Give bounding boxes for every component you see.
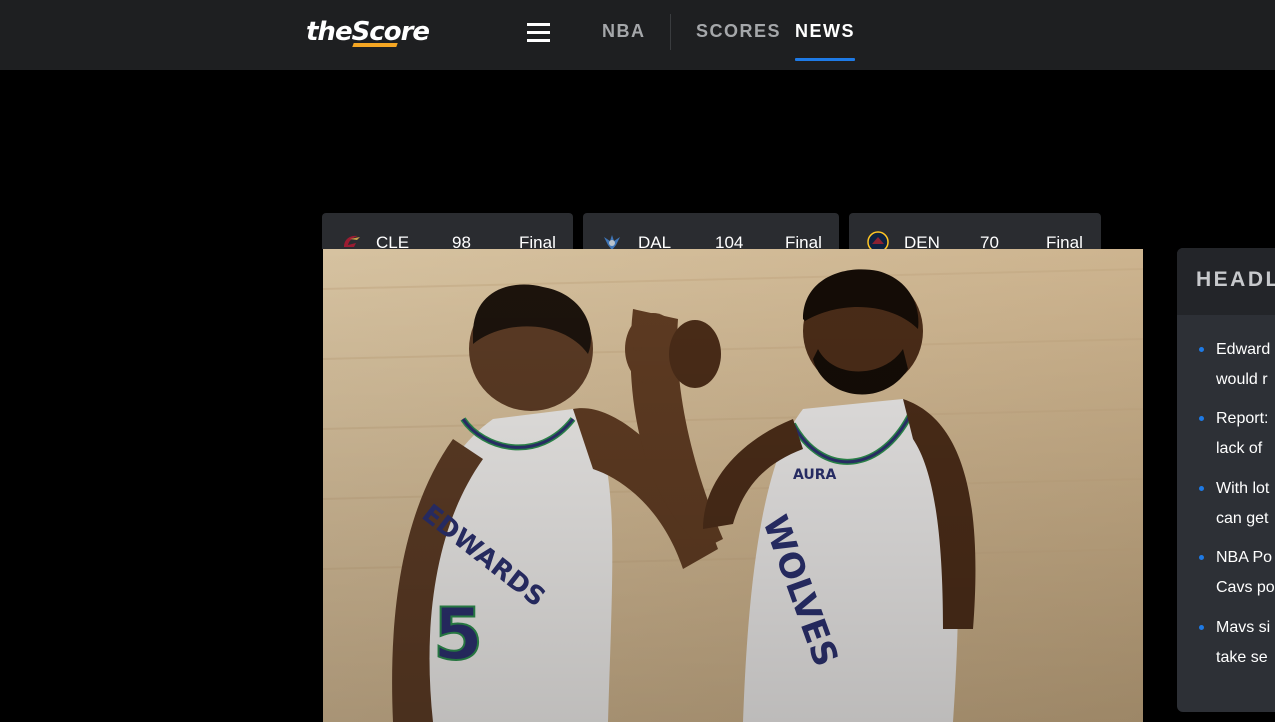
headline-line-1: Mavs si xyxy=(1216,619,1271,636)
headline-line-2: take se xyxy=(1216,649,1268,666)
game-status: Final xyxy=(1046,233,1083,249)
headline-line-1: Report: xyxy=(1216,410,1269,427)
team-score: 98 xyxy=(452,233,471,249)
headline-line-2: Cavs po xyxy=(1216,579,1275,596)
logo-accent-bar xyxy=(352,43,398,47)
team-score: 70 xyxy=(980,233,999,249)
hero-article-image[interactable]: EDWARDS 5 AURA WOLVES xyxy=(323,249,1143,722)
score-card-dal[interactable]: DAL 104 Final xyxy=(583,213,839,249)
team-abbr: CLE xyxy=(376,233,410,249)
headline-line-2: can get xyxy=(1216,510,1269,527)
bullet-icon xyxy=(1199,416,1204,421)
score-card-cle[interactable]: CLE 98 Final xyxy=(322,213,573,249)
team-abbr: DAL xyxy=(638,233,672,249)
score-card-den[interactable]: DEN 70 Final xyxy=(849,213,1101,249)
bullet-icon xyxy=(1199,347,1204,352)
headline-line-1: NBA Po xyxy=(1216,549,1273,566)
thescore-logo[interactable]: theScore xyxy=(306,14,430,50)
cavaliers-logo-icon xyxy=(344,235,360,247)
headline-line-1: With lot xyxy=(1216,480,1270,497)
headlines-title: HEADLINES xyxy=(1196,268,1275,291)
top-nav-bar: theScore NBA SCORES NEWS xyxy=(0,0,1275,70)
bullet-icon xyxy=(1199,486,1204,491)
headlines-panel: HEADLINES Edward would r Report: lack of… xyxy=(1177,248,1275,712)
nav-nba-link[interactable]: NBA xyxy=(602,21,646,42)
headline-item[interactable]: NBA Po Cavs po xyxy=(1177,543,1275,603)
headline-item[interactable]: Edward would r xyxy=(1177,335,1275,395)
headline-item[interactable]: Mavs si take se xyxy=(1177,613,1275,673)
active-tab-indicator xyxy=(795,58,855,61)
nav-news-tab[interactable]: NEWS xyxy=(795,21,855,42)
bullet-icon xyxy=(1199,555,1204,560)
headline-line-2: lack of xyxy=(1216,440,1263,457)
nuggets-logo-icon xyxy=(867,231,889,249)
hamburger-menu-icon[interactable] xyxy=(527,23,550,42)
players-high-five-illustration: EDWARDS 5 AURA WOLVES xyxy=(323,249,1143,722)
headline-item[interactable]: Report: lack of xyxy=(1177,404,1275,464)
headline-line-1: Edward xyxy=(1216,341,1271,358)
game-status: Final xyxy=(519,233,556,249)
nav-scores-tab[interactable]: SCORES xyxy=(696,21,781,42)
headlines-header: HEADLINES xyxy=(1177,248,1275,315)
team-score: 104 xyxy=(715,233,744,249)
team-abbr: DEN xyxy=(904,233,940,249)
headline-item[interactable]: With lot can get xyxy=(1177,474,1275,534)
mavericks-logo-icon xyxy=(604,235,620,249)
bullet-icon xyxy=(1199,625,1204,630)
headline-line-2: would r xyxy=(1216,371,1268,388)
nav-divider xyxy=(670,14,671,50)
game-status: Final xyxy=(785,233,822,249)
